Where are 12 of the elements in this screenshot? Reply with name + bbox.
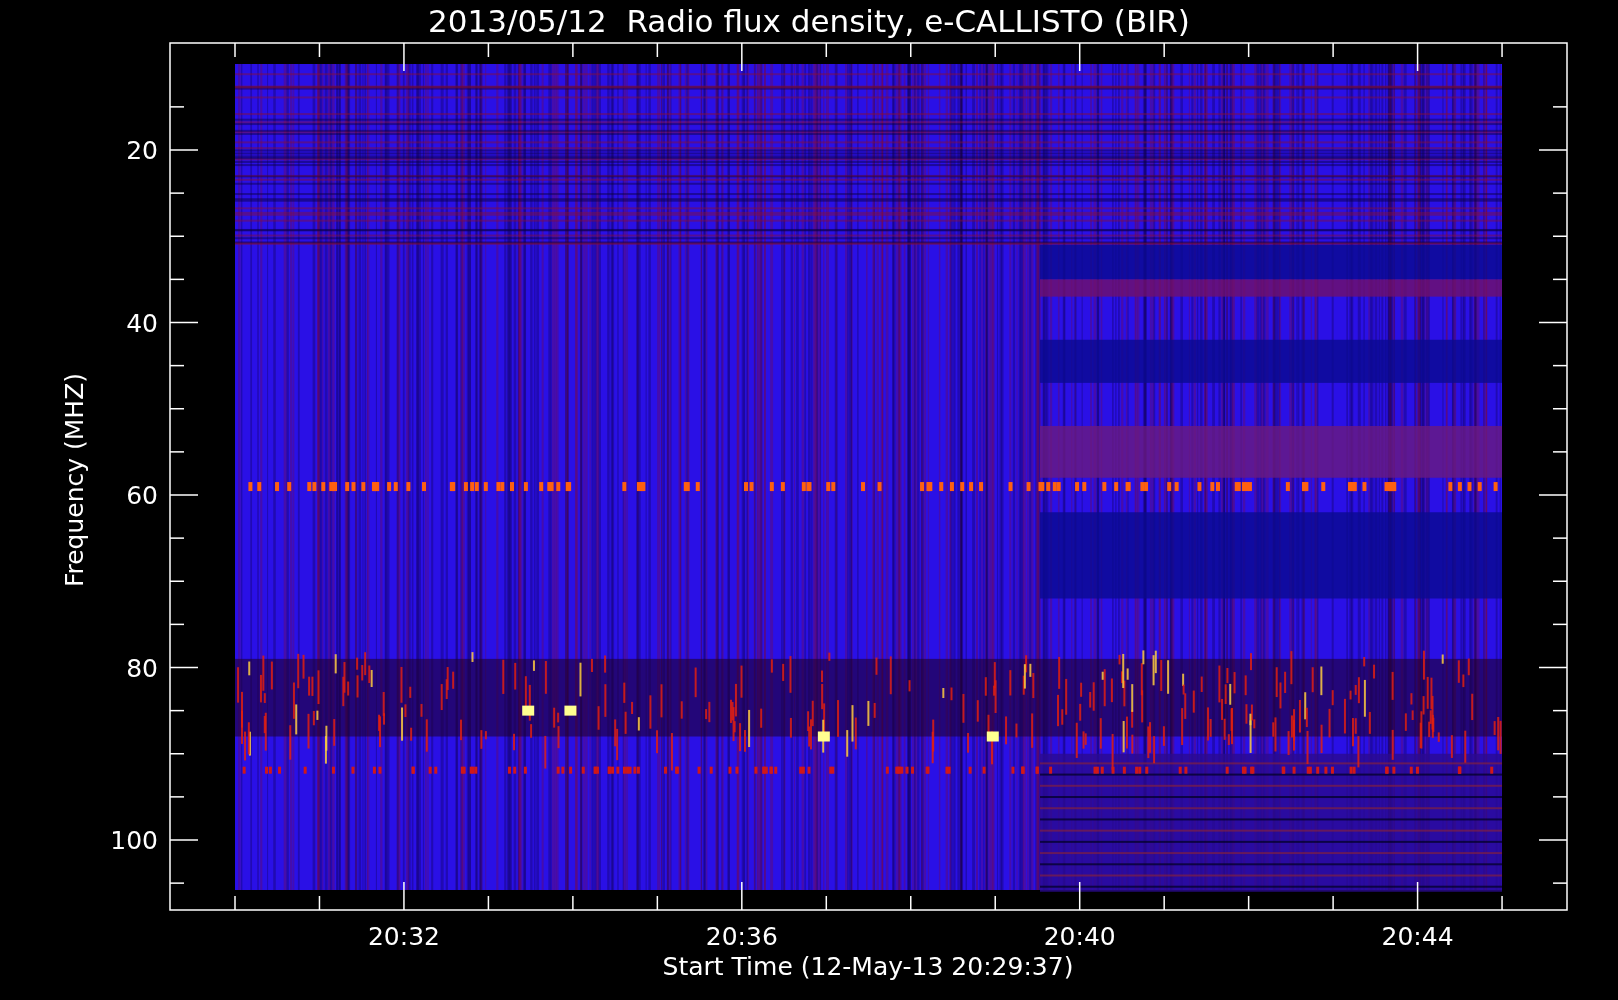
- x-tick-label: 20:32: [367, 922, 440, 951]
- y-tick-label: 40: [126, 308, 158, 338]
- x-tick-label: 20:44: [1381, 922, 1454, 951]
- y-tick-label: 100: [110, 826, 158, 855]
- y-tick-label: 20: [126, 136, 158, 165]
- x-axis-label: Start Time (12-May-13 20:29:37): [662, 952, 1074, 981]
- y-tick-label: 80: [126, 653, 158, 683]
- x-tick-label: 20:40: [1043, 922, 1116, 951]
- x-tick-label: 20:36: [705, 922, 778, 951]
- y-axis-label: Frequency (MHZ): [60, 372, 89, 588]
- chart-title: 2013/05/12 Radio flux density, e-CALLISTO (BIR): [428, 3, 1190, 39]
- y-tick-label: 60: [126, 481, 158, 510]
